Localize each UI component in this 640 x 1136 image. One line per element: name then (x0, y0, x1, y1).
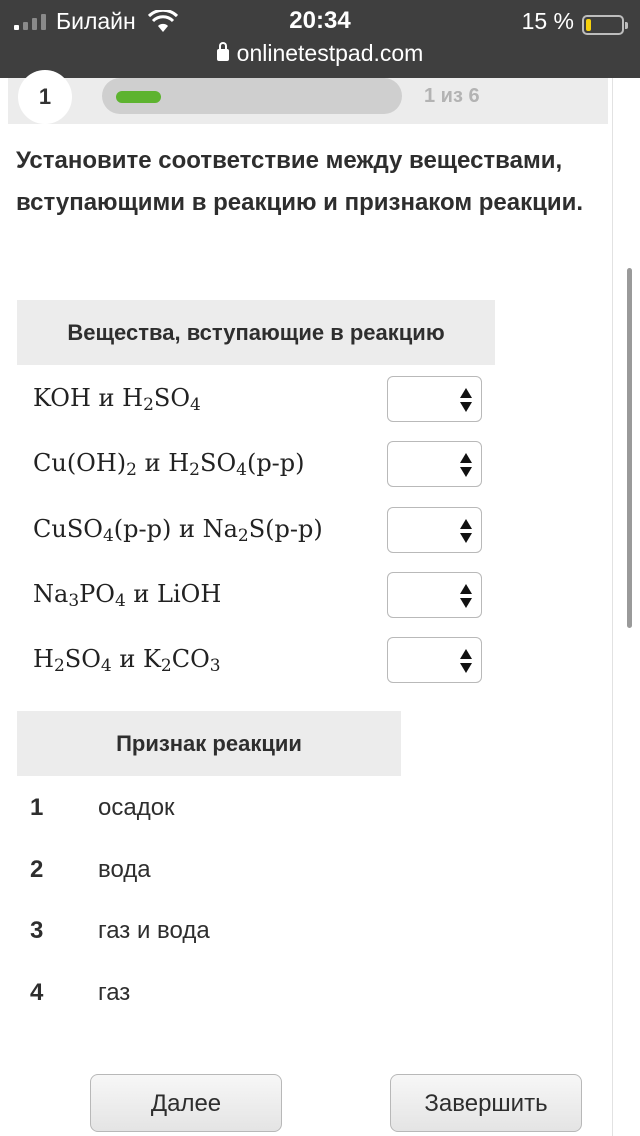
sign-item: 1 осадок (30, 794, 430, 834)
substance-row: Cu(OH)2 и H2SO4(р-р) (17, 441, 497, 491)
status-bar: Билайн 20:34 15 % (0, 6, 640, 38)
answer-select[interactable] (387, 507, 482, 553)
select-arrows-icon (460, 519, 472, 543)
substance-row: KOH и H2SO4 (17, 376, 497, 426)
sign-item: 4 газ (30, 979, 430, 1019)
battery-level (586, 19, 592, 31)
answer-select[interactable] (387, 572, 482, 618)
scrollbar[interactable] (627, 268, 632, 628)
sign-text: газ (98, 979, 131, 1006)
substance-formula: Na3PO4 и LiOH (33, 580, 222, 611)
sign-text: осадок (98, 794, 175, 821)
substance-formula: KOH и H2SO4 (33, 384, 201, 415)
address-bar[interactable]: onlinetestpad.com (0, 40, 640, 67)
question-counter: 1 из 6 (424, 85, 480, 107)
answer-select[interactable] (387, 441, 482, 487)
select-arrows-icon (460, 649, 472, 673)
substances-header: Вещества, вступающие в реакцию (17, 300, 495, 365)
answer-select[interactable] (387, 376, 482, 422)
signs-header: Признак реакции (17, 711, 401, 776)
substance-row: CuSO4(р-р) и Na2S(р-р) (17, 507, 497, 557)
substance-row: Na3PO4 и LiOH (17, 572, 497, 622)
progress-header: 1 1 из 6 (8, 70, 608, 124)
url-text: onlinetestpad.com (236, 40, 424, 66)
substance-formula: CuSO4(р-р) и Na2S(р-р) (33, 515, 323, 546)
next-button[interactable]: Далее (90, 1074, 282, 1132)
progress-fill (116, 91, 161, 103)
browser-top-bar: Билайн 20:34 15 % onlinetestpad.com (0, 0, 640, 78)
substance-formula: H2SO4 и K2CO3 (33, 645, 221, 676)
progress-bar (102, 78, 402, 114)
substance-formula: Cu(OH)2 и H2SO4(р-р) (33, 449, 305, 480)
lock-icon (216, 42, 229, 61)
select-arrows-icon (460, 388, 472, 412)
answer-select[interactable] (387, 637, 482, 683)
sign-number: 2 (30, 856, 44, 883)
battery-icon (582, 15, 628, 35)
sign-text: вода (98, 856, 151, 883)
sign-item: 3 газ и вода (30, 917, 430, 957)
substance-row: H2SO4 и K2CO3 (17, 637, 497, 687)
sign-number: 4 (30, 979, 44, 1006)
sign-item: 2 вода (30, 856, 430, 896)
sign-number: 1 (30, 794, 44, 821)
finish-button[interactable]: Завершить (390, 1074, 582, 1132)
sign-text: газ и вода (98, 917, 210, 944)
select-arrows-icon (460, 453, 472, 477)
battery-percent: 15 % (521, 8, 574, 34)
question-text: Установите соответствие между веществами… (16, 147, 584, 216)
question-number-badge: 1 (18, 70, 72, 124)
select-arrows-icon (460, 584, 472, 608)
content-border (612, 78, 613, 1136)
sign-number: 3 (30, 917, 44, 944)
